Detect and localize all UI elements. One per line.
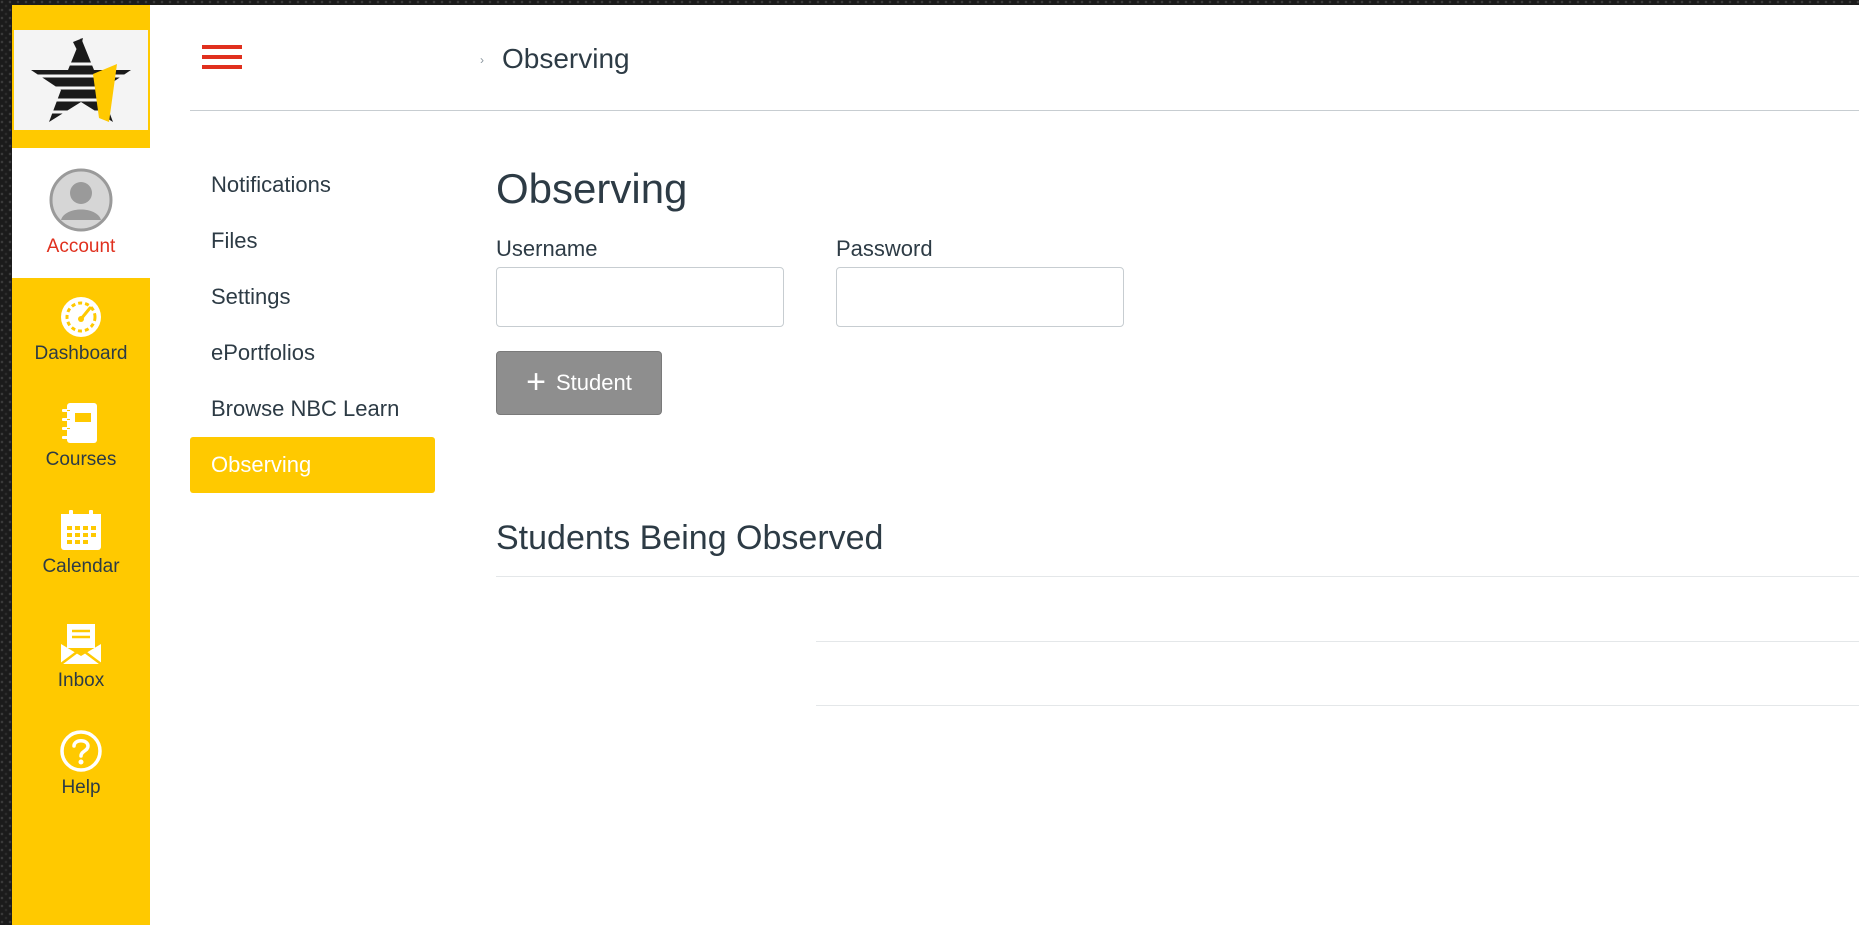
global-nav-label: Courses [45,449,117,470]
section-nav-notifications[interactable]: Notifications [190,157,435,213]
hamburger-menu-button[interactable] [202,43,242,71]
section-nav: Notifications Files Settings ePortfolios… [190,157,435,493]
global-nav-account[interactable]: Account [12,148,150,278]
global-nav-help[interactable]: Help [12,729,150,809]
global-nav-label: Calendar [42,556,120,577]
global-nav-courses[interactable]: Courses [12,401,150,481]
username-input[interactable] [496,267,784,327]
speedometer-icon [61,297,101,337]
section-nav-settings[interactable]: Settings [190,269,435,325]
hamburger-icon [202,45,242,69]
section-nav-eportfolios[interactable]: ePortfolios [190,325,435,381]
school-logo [14,30,148,130]
password-label: Password [836,236,933,261]
global-nav-label: Dashboard [34,343,128,364]
inbox-icon [60,624,102,665]
section-nav-observing[interactable]: Observing [190,437,435,493]
main-panel: › Observing Notifications Files Settings… [150,5,1859,925]
star-logo-icon [21,38,141,122]
students-observed-heading: Students Being Observed [496,519,884,557]
observed-list-row [816,705,1859,706]
section-nav-files[interactable]: Files [190,213,435,269]
logo-area[interactable] [12,5,150,148]
avatar-icon [49,168,113,232]
observed-list-row [816,641,1859,642]
add-student-button[interactable]: + Student [496,351,662,415]
global-nav-label: Help [61,777,101,798]
global-nav-dashboard[interactable]: Dashboard [12,295,150,375]
global-nav-calendar[interactable]: Calendar [12,508,150,588]
global-nav: Account Dashboard Courses Calendar Inbox… [12,5,150,925]
global-nav-label: Account [46,236,116,257]
password-input[interactable] [836,267,1124,327]
plus-icon: + [526,362,546,401]
help-icon [60,730,102,772]
breadcrumb-current: Observing [502,43,630,74]
username-label: Username [496,236,598,261]
global-nav-inbox[interactable]: Inbox [12,622,150,702]
page-title: Observing [496,165,688,212]
global-nav-label: Inbox [57,670,105,691]
breadcrumb-separator-icon: › [480,53,484,67]
notebook-icon [62,403,97,443]
add-student-button-label: Student [556,370,632,395]
page-header: › Observing [190,5,1859,111]
section-divider [496,576,1859,577]
calendar-icon [61,510,101,550]
section-nav-browse-nbc-learn[interactable]: Browse NBC Learn [190,381,435,437]
